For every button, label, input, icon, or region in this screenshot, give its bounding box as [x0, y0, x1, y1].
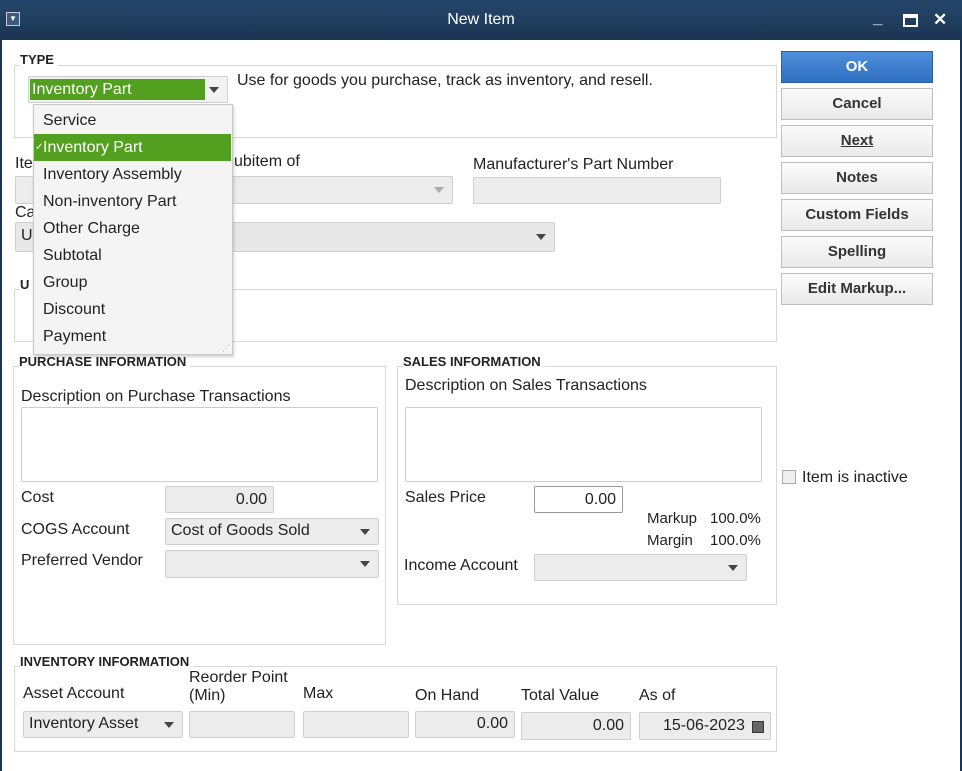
purchase-header: PURCHASE INFORMATION	[19, 354, 191, 369]
subitem-label: ubitem of	[234, 153, 300, 170]
chevron-down-icon	[209, 86, 219, 93]
vendor-label: Preferred Vendor	[21, 552, 143, 569]
onhand-value: 0.00	[476, 715, 508, 732]
sales-price-input[interactable]: 0.00	[534, 486, 623, 513]
sales-header: SALES INFORMATION	[403, 354, 545, 369]
asset-label: Asset Account	[23, 685, 125, 702]
markup-label: Markup	[647, 510, 698, 527]
asset-value: Inventory Asset	[29, 715, 139, 732]
asof-date-input[interactable]: 15-06-2023	[639, 712, 771, 740]
custom-fields-button[interactable]: Custom Fields	[781, 199, 933, 231]
window-title: New Item	[447, 11, 515, 28]
inventory-header: INVENTORY INFORMATION	[20, 654, 194, 669]
chevron-down-icon	[728, 564, 738, 571]
purchase-desc-input[interactable]	[21, 407, 378, 482]
cogs-value: Cost of Goods Sold	[171, 522, 310, 539]
type-option-group[interactable]: Group	[34, 269, 232, 296]
edit-markup-button[interactable]: Edit Markup...	[781, 273, 933, 305]
type-selected-value: Inventory Part	[30, 79, 205, 100]
sales-price-value: 0.00	[584, 491, 616, 508]
cancel-button[interactable]: Cancel	[781, 88, 933, 120]
onhand-input[interactable]: 0.00	[415, 711, 515, 738]
group2-label: U	[20, 277, 34, 292]
spelling-button[interactable]: Spelling	[781, 236, 933, 268]
subitem-select[interactable]	[218, 176, 453, 204]
title-bar: ▼ New Item _ ✕	[0, 0, 962, 40]
margin-label: Margin	[647, 532, 693, 549]
chevron-down-icon	[434, 187, 444, 193]
chevron-down-icon	[164, 721, 174, 728]
max-input[interactable]	[303, 711, 409, 738]
sales-desc-input[interactable]	[405, 407, 762, 482]
ok-button[interactable]: OK	[781, 51, 933, 83]
minimize-button[interactable]: _	[873, 8, 882, 28]
income-label: Income Account	[404, 557, 518, 574]
reorder-label-line2: (Min)	[189, 687, 226, 704]
mpn-label: Manufacturer's Part Number	[473, 156, 674, 173]
total-value-label: Total Value	[521, 687, 599, 704]
cost-label: Cost	[21, 489, 54, 506]
type-option-payment[interactable]: Payment	[34, 323, 232, 350]
chevron-down-icon	[360, 528, 370, 535]
total-value: 0.00	[592, 717, 624, 734]
type-option-discount[interactable]: Discount	[34, 296, 232, 323]
asof-value: 15-06-2023	[663, 717, 745, 734]
close-button[interactable]: ✕	[933, 10, 947, 30]
type-option-non-inventory-part[interactable]: Non-inventory Part	[34, 188, 232, 215]
reorder-input[interactable]	[189, 711, 295, 738]
type-option-other-charge[interactable]: Other Charge	[34, 215, 232, 242]
type-label: TYPE	[20, 52, 58, 67]
cogs-label: COGS Account	[21, 521, 130, 538]
income-select[interactable]	[534, 554, 747, 581]
item-inactive-label: Item is inactive	[802, 469, 908, 486]
type-description: Use for goods you purchase, track as inv…	[237, 72, 653, 89]
chevron-down-icon	[536, 234, 546, 240]
type-option-service[interactable]: Service	[34, 107, 232, 134]
calendar-icon[interactable]	[752, 721, 764, 733]
row2-value: U	[21, 227, 33, 244]
option-label: Inventory Part	[43, 139, 143, 156]
notes-button[interactable]: Notes	[781, 162, 933, 194]
mpn-input[interactable]	[473, 177, 721, 204]
checkmark-icon: ✓	[35, 142, 44, 153]
chevron-down-icon	[360, 561, 370, 567]
next-button[interactable]: Next	[781, 125, 933, 157]
cogs-select[interactable]: Cost of Goods Sold	[165, 518, 379, 545]
onhand-label: On Hand	[415, 687, 480, 704]
vendor-select[interactable]	[165, 550, 379, 578]
item-name-label: Ite	[15, 155, 33, 172]
type-option-subtotal[interactable]: Subtotal	[34, 242, 232, 269]
item-inactive-checkbox[interactable]	[782, 470, 796, 484]
reorder-label: Reorder Point (Min)	[189, 669, 288, 705]
type-option-inventory-part[interactable]: ✓ Inventory Part	[34, 134, 231, 161]
sales-desc-label: Description on Sales Transactions	[405, 377, 647, 394]
asset-select[interactable]: Inventory Asset	[23, 711, 183, 738]
markup-value: 100.0%	[710, 510, 761, 527]
type-option-inventory-assembly[interactable]: Inventory Assembly	[34, 161, 232, 188]
max-label: Max	[303, 685, 334, 702]
asof-label: As of	[639, 687, 676, 704]
reorder-label-line1: Reorder Point	[189, 669, 288, 686]
total-value-input[interactable]: 0.00	[521, 712, 631, 740]
margin-value: 100.0%	[710, 532, 761, 549]
cost-value: 0.00	[235, 491, 267, 508]
type-dropdown-list: Service ✓ Inventory Part Inventory Assemb…	[33, 104, 233, 355]
purchase-desc-label: Description on Purchase Transactions	[21, 388, 291, 405]
resize-grip-icon[interactable]: ⋰	[222, 344, 230, 353]
type-select[interactable]: Inventory Part	[28, 76, 228, 103]
maximize-button[interactable]	[903, 14, 918, 27]
sales-price-label: Sales Price	[405, 489, 486, 506]
cost-input[interactable]: 0.00	[165, 486, 274, 513]
